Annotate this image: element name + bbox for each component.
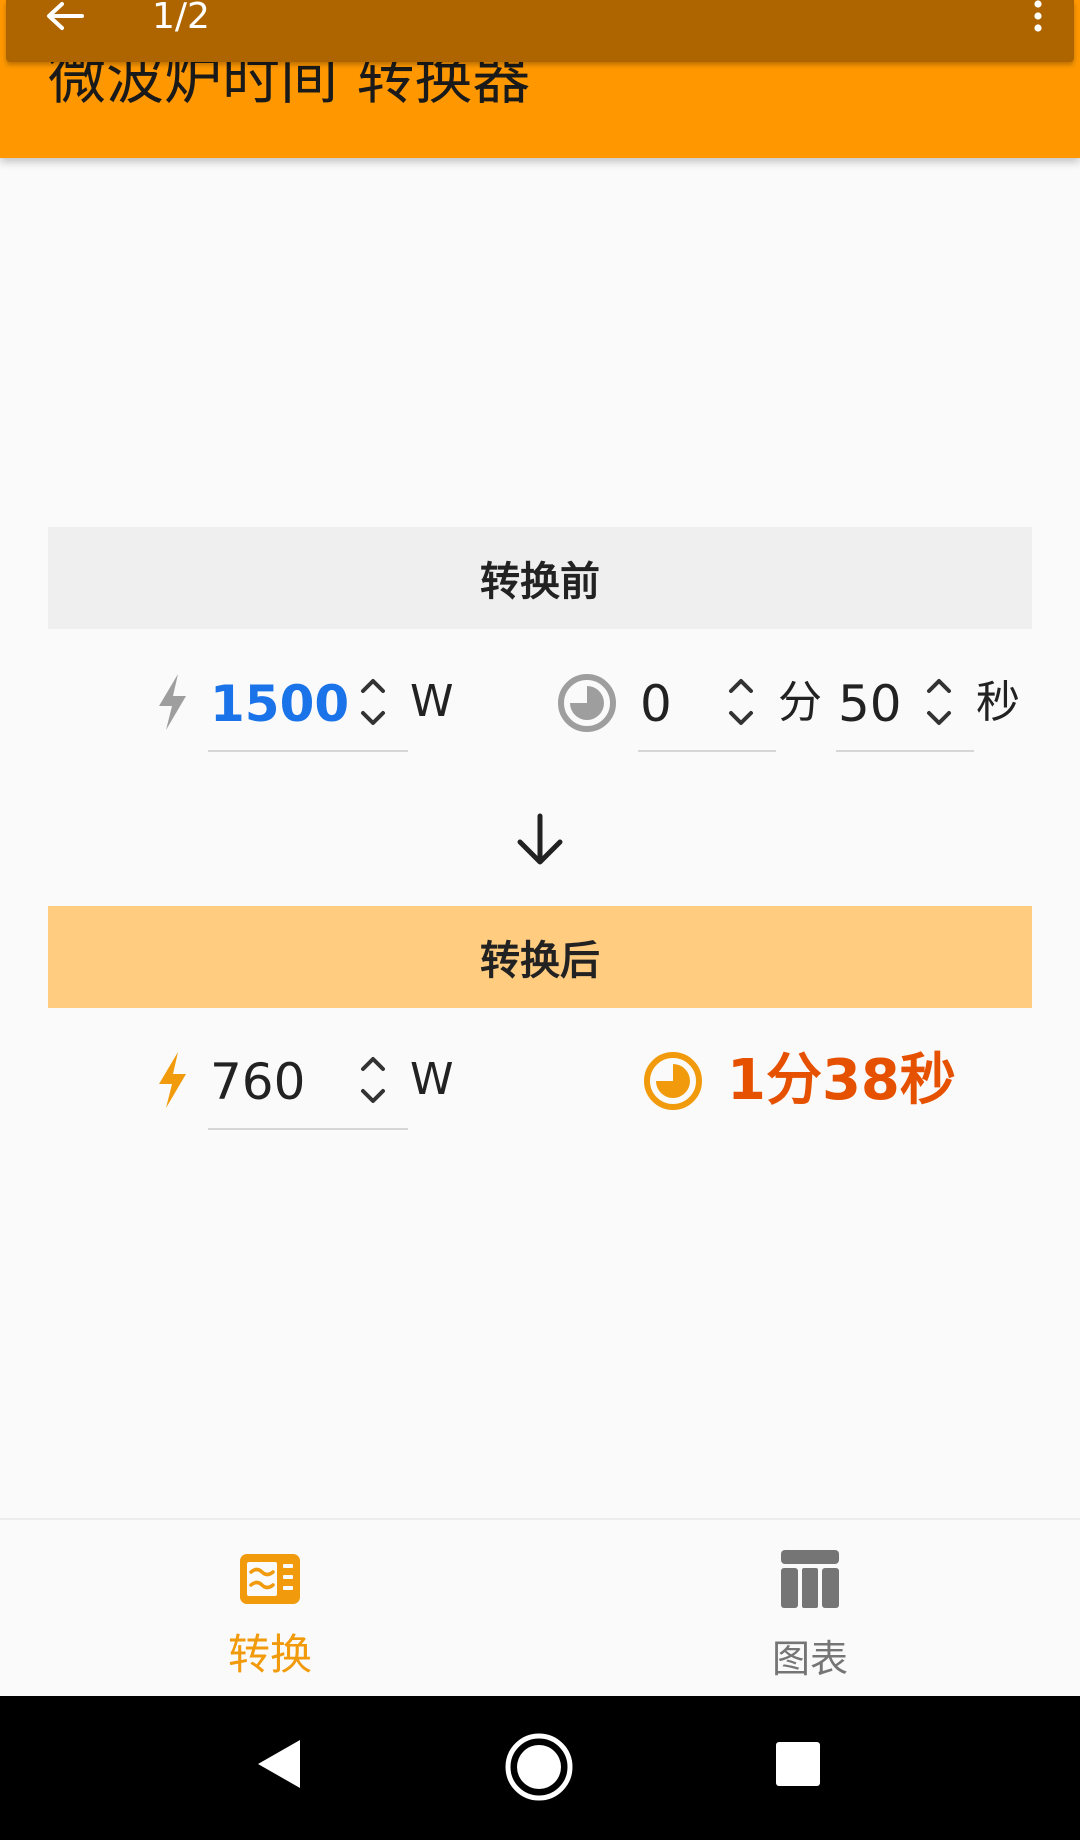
before-seconds-value: 50 bbox=[838, 675, 902, 733]
after-power-unit: W bbox=[410, 1054, 454, 1105]
timer-icon bbox=[644, 1052, 702, 1110]
lightning-icon bbox=[159, 674, 186, 730]
nav-tab-convert[interactable]: 转换 bbox=[170, 1520, 370, 1698]
power-stepper-icon[interactable] bbox=[358, 674, 388, 730]
top-overlay-bar: 1/2 bbox=[6, 0, 1074, 62]
system-navigation-bar bbox=[0, 1696, 1080, 1840]
after-header-label: 转换后 bbox=[480, 938, 600, 984]
nav-tab-convert-label: 转换 bbox=[227, 1630, 312, 1679]
lightning-icon bbox=[159, 1052, 186, 1108]
minutes-unit: 分 bbox=[778, 677, 822, 728]
page-counter: 1/2 bbox=[152, 0, 210, 37]
timer-icon bbox=[558, 674, 616, 732]
arrow-down-icon bbox=[517, 813, 563, 865]
system-home-icon[interactable] bbox=[504, 1732, 574, 1802]
before-minutes-value: 0 bbox=[640, 675, 672, 733]
nav-tab-chart-label: 图表 bbox=[771, 1637, 848, 1681]
converted-time-result: 1分38秒 bbox=[727, 1048, 956, 1113]
more-vert-icon bbox=[1034, 0, 1042, 32]
table-icon bbox=[781, 1550, 839, 1608]
system-recents-icon[interactable] bbox=[774, 1740, 822, 1788]
seconds-unit: 秒 bbox=[976, 677, 1020, 728]
before-power-value: 1500 bbox=[210, 675, 350, 733]
nav-tab-chart[interactable]: 图表 bbox=[710, 1520, 910, 1698]
seconds-stepper-icon[interactable] bbox=[924, 674, 954, 730]
system-back-icon[interactable] bbox=[254, 1736, 304, 1792]
more-options-button[interactable] bbox=[1026, 0, 1050, 34]
before-power-unit: W bbox=[410, 676, 454, 727]
back-arrow-icon bbox=[47, 2, 84, 30]
after-section-header: 转换后 bbox=[48, 906, 1032, 1008]
after-power-value: 760 bbox=[210, 1053, 306, 1111]
bottom-navigation: 转换 图表 bbox=[0, 1518, 1080, 1698]
before-header-label: 转换前 bbox=[480, 559, 600, 605]
after-power-stepper-icon[interactable] bbox=[358, 1052, 388, 1108]
minutes-stepper-icon[interactable] bbox=[726, 674, 756, 730]
microwave-icon bbox=[240, 1554, 300, 1604]
before-section-header: 转换前 bbox=[48, 527, 1032, 629]
back-button[interactable] bbox=[42, 0, 86, 34]
